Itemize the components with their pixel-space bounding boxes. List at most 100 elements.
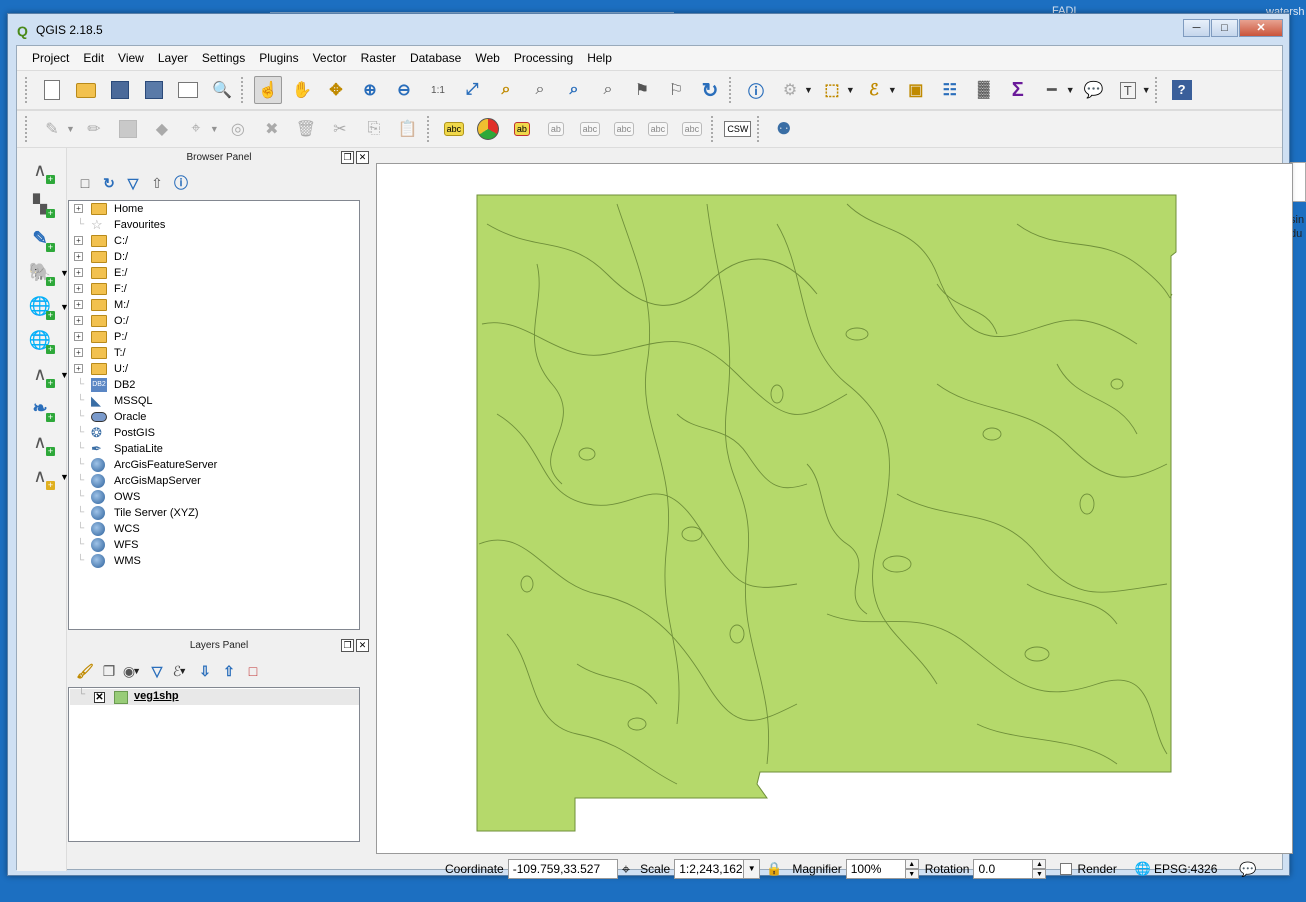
highlight-pinned-labels-icon[interactable]: ab [508,115,536,143]
lock-scale-icon[interactable]: 🔒 [766,861,782,877]
filter-by-expression-icon[interactable]: ℰ ▼ [169,660,193,682]
menu-plugins[interactable]: Plugins [252,51,305,65]
add-postgis-layer-icon[interactable]: 🐘 + [25,258,55,286]
toolbar-grip[interactable] [25,116,29,142]
browser-item-e[interactable]: + E:/ [69,265,359,281]
rotation-field[interactable]: 0.0 [973,859,1034,879]
close-icon[interactable]: ✕ [356,639,369,652]
title-bar[interactable]: Q QGIS 2.18.5 ─ □ ✕ [8,14,1289,46]
add-selected-layers-icon[interactable]: □ [73,172,97,194]
filter-icon[interactable]: ▽ [121,172,145,194]
change-label-icon[interactable]: abc [678,115,706,143]
paste-features-icon[interactable]: 📋 [394,115,422,143]
pin-labels-icon[interactable]: ab [542,115,570,143]
browser-item-wms[interactable]: └ WMS [69,553,359,569]
save-layer-edits-icon[interactable] [114,115,142,143]
expand-icon[interactable]: + [74,332,83,341]
minimize-button[interactable]: ─ [1183,19,1210,37]
expand-icon[interactable]: + [74,204,83,213]
menu-edit[interactable]: Edit [76,51,111,65]
layer-labeling-options-icon[interactable]: abc [440,115,468,143]
browser-item-arcgisfeatureserver[interactable]: └ ArcGisFeatureServer [69,457,359,473]
scale-combo[interactable]: 1:2,243,162 ▼ [674,859,761,879]
deselect-all-icon[interactable]: ▣ [902,76,930,104]
browser-item-spatialite[interactable]: └ ✒ SpatiaLite [69,441,359,457]
browser-item-wfs[interactable]: └ WFS [69,537,359,553]
open-attribute-table-icon[interactable]: ☷ [936,76,964,104]
toolbar-grip[interactable] [756,116,761,142]
browser-item-c[interactable]: + C:/ [69,233,359,249]
map-tips-icon[interactable]: 💬 [1080,76,1108,104]
toolbar-grip[interactable] [241,77,245,103]
toolbar-grip[interactable] [25,77,29,103]
chevron-down-icon[interactable]: ▼ [804,85,813,95]
browser-item-oracle[interactable]: └ Oracle [69,409,359,425]
undock-icon[interactable]: ❐ [341,639,354,652]
save-project-icon[interactable] [106,76,134,104]
menu-view[interactable]: View [111,51,151,65]
collapse-all-icon[interactable]: ⇧ [145,172,169,194]
collapse-all-icon[interactable]: ⇧ [217,660,241,682]
open-project-icon[interactable] [72,76,100,104]
save-as-icon[interactable] [140,76,168,104]
expand-all-icon[interactable]: ⇩ [193,660,217,682]
metasearch-csw-icon[interactable]: CSW [724,115,752,143]
refresh-icon[interactable]: ↻ [97,172,121,194]
menu-web[interactable]: Web [468,51,506,65]
python-console-icon[interactable]: ⚉ [770,115,798,143]
add-raster-layer-icon[interactable]: ▚ + [25,190,55,218]
close-button[interactable]: ✕ [1239,19,1283,37]
layer-styling-icon[interactable]: 🖌 [73,660,97,682]
manage-map-themes-icon[interactable]: ◉ ▼ [121,660,145,682]
sum-icon[interactable]: Σ [1004,76,1032,104]
add-ring-icon[interactable]: ◎ [224,115,252,143]
toolbar-grip[interactable] [426,116,431,142]
menu-layer[interactable]: Layer [151,51,195,65]
remove-layer-icon[interactable]: □ [241,660,265,682]
filter-legend-icon[interactable]: ▽ [145,660,169,682]
toolbar-grip[interactable] [710,116,715,142]
chevron-down-icon[interactable]: ▼ [1066,85,1075,95]
new-spatialite-layer-icon[interactable]: ∧ + [25,462,55,490]
properties-info-icon[interactable]: ⓘ [169,172,193,194]
current-edits-icon[interactable]: ✎ [38,115,66,143]
magnifier-stepper[interactable]: ▲ ▼ [904,859,919,879]
chevron-down-icon[interactable]: ▼ [1142,85,1151,95]
add-wfs-layer-icon[interactable]: ∧ + [25,360,55,388]
text-annotation-icon[interactable]: T [1114,76,1142,104]
pan-map-icon[interactable]: ✋ [288,76,316,104]
menu-vector[interactable]: Vector [306,51,354,65]
browser-item-favourites[interactable]: └ ☆ Favourites [69,217,359,233]
expand-icon[interactable]: + [74,268,83,277]
menu-help[interactable]: Help [580,51,619,65]
layer-symbol-swatch[interactable] [114,691,128,704]
browser-item-ows[interactable]: └ OWS [69,489,359,505]
zoom-to-selection-icon[interactable]: ⌕ [492,76,520,104]
expand-icon[interactable]: + [74,236,83,245]
expand-icon[interactable]: + [74,364,83,373]
zoom-full-icon[interactable]: ⤢ [458,76,486,104]
zoom-in-icon[interactable]: ⊕ [356,76,384,104]
cut-features-icon[interactable]: ✂ [326,115,354,143]
add-virtual-layer-icon[interactable]: ❧ + [25,394,55,422]
move-feature-icon[interactable]: ✖ [258,115,286,143]
node-tool-icon[interactable]: ⌖ [182,115,210,143]
layer-diagram-options-icon[interactable] [474,115,502,143]
browser-item-d[interactable]: + D:/ [69,249,359,265]
crs-status[interactable]: EPSG:4326 [1154,862,1217,876]
select-by-expression-icon[interactable]: ℰ [860,76,888,104]
zoom-last-icon[interactable]: ⌕ [560,76,588,104]
zoom-out-icon[interactable]: ⊖ [390,76,418,104]
expand-icon[interactable]: + [74,348,83,357]
toggle-editing-icon[interactable]: ✏ [80,115,108,143]
add-vector-layer-icon[interactable]: ∧ + [25,156,55,184]
composer-manager-icon[interactable]: 🔍 [208,76,236,104]
map-svg[interactable] [377,164,1292,853]
undock-icon[interactable]: ❐ [341,151,354,164]
expand-icon[interactable]: + [74,252,83,261]
magnifier-field[interactable]: 100% [845,859,906,879]
show-bookmarks-icon[interactable]: ⚐ [662,76,690,104]
browser-item-mssql[interactable]: └ ◣ MSSQL [69,393,359,409]
expand-icon[interactable]: + [74,316,83,325]
chevron-down-icon[interactable]: ▼ [743,860,760,878]
